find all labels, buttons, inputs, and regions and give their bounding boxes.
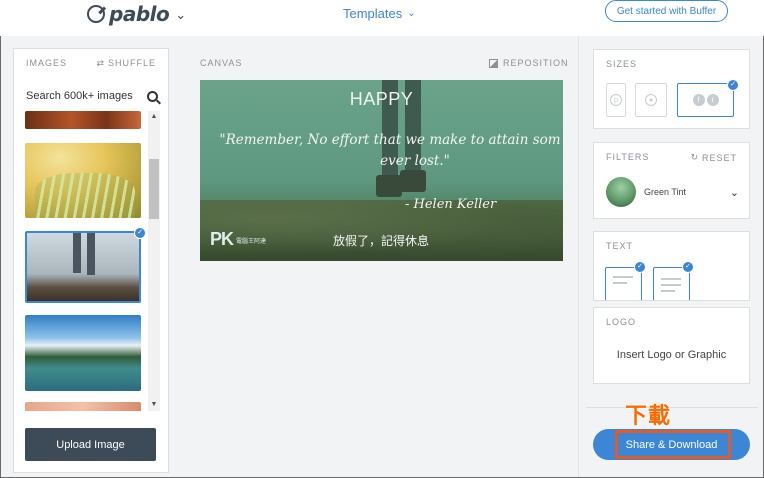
sizes-panel: SIZES p ● f t ✓: [593, 49, 750, 129]
sizes-heading: SIZES: [606, 59, 638, 69]
image-thumbnail[interactable]: [25, 111, 141, 129]
image-thumbnail[interactable]: [25, 402, 141, 411]
reset-filters-button[interactable]: ↻ RESET: [690, 152, 737, 163]
image-thumbnail-list: [25, 111, 152, 411]
reset-icon: ↻: [690, 152, 699, 162]
size-option-pinterest[interactable]: p: [606, 83, 626, 117]
image-thumbnail-selected[interactable]: [25, 231, 141, 303]
text-line-icon: [661, 278, 681, 280]
scroll-down-arrow-icon[interactable]: ▼: [148, 399, 160, 411]
insert-logo-button[interactable]: Insert Logo or Graphic: [594, 349, 749, 361]
filter-select[interactable]: Green Tint ⌄: [606, 177, 739, 207]
divider: [586, 407, 758, 408]
facebook-icon: f: [692, 94, 705, 106]
text-heading: TEXT: [606, 241, 634, 251]
image-thumbnail[interactable]: [25, 143, 141, 218]
images-panel: IMAGES ⇄ SHUFFLE Search 600k+ images ✓ ▲…: [13, 48, 169, 473]
get-started-button[interactable]: Get started with Buffer: [605, 0, 728, 22]
logo-heading: LOGO: [606, 317, 637, 327]
selected-check-icon: ✓: [634, 261, 646, 273]
size-option-instagram[interactable]: ●: [635, 83, 667, 117]
filter-preview-thumbnail: [606, 177, 636, 207]
image-search[interactable]: Search 600k+ images: [26, 87, 158, 105]
annotation-highlight-box: [615, 430, 731, 459]
filters-heading: FILTERS: [606, 152, 650, 162]
scrollbar-thumb[interactable]: [149, 159, 159, 219]
reposition-button[interactable]: REPOSITION: [489, 58, 569, 68]
image-thumbnail[interactable]: [25, 315, 141, 391]
canvas-title-text[interactable]: HAPPY: [200, 89, 563, 110]
chevron-down-icon: ⌄: [175, 7, 187, 22]
quote-line: ever lost.": [380, 153, 450, 169]
pablo-logo[interactable]: pablo ⌄: [87, 2, 186, 26]
top-bar: pablo ⌄ Templates ⌄ Get started with Buf…: [0, 0, 764, 36]
watermark-small-text: 電腦王阿達: [236, 238, 267, 245]
logo-text: pablo: [109, 2, 170, 26]
logo-panel: LOGO Insert Logo or Graphic: [593, 307, 750, 384]
text-line-icon: [613, 276, 633, 278]
watermark-logo: PK 電腦王阿達: [210, 229, 266, 250]
canvas-background-figure: [376, 175, 402, 197]
image-list-scrollbar[interactable]: ▲ ▼: [148, 111, 160, 411]
quote-line: "Remember, No effort that we make to att…: [219, 132, 561, 148]
reset-label: RESET: [701, 152, 737, 163]
text-line-icon: [661, 290, 675, 292]
canvas-background-figure: [400, 170, 426, 192]
scroll-up-arrow-icon[interactable]: ▲: [148, 111, 160, 123]
pablo-logo-icon: [87, 5, 105, 23]
canvas-heading: CANVAS: [200, 58, 243, 68]
pinterest-icon: p: [610, 94, 622, 106]
shuffle-icon: ⇄: [96, 57, 105, 68]
reposition-label: REPOSITION: [503, 58, 569, 68]
text-line-icon: [613, 282, 627, 284]
selected-check-icon: ✓: [727, 79, 739, 91]
search-input[interactable]: Search 600k+ images: [26, 90, 133, 102]
images-heading: IMAGES: [26, 58, 68, 68]
selected-check-icon: ✓: [134, 227, 146, 239]
instagram-icon: ●: [645, 94, 657, 106]
shuffle-button[interactable]: ⇄ SHUFFLE: [96, 58, 156, 69]
upload-image-button[interactable]: Upload Image: [25, 428, 156, 461]
design-canvas[interactable]: HAPPY "Remember, No effort that we make …: [200, 80, 563, 261]
download-annotation-label: 下載: [625, 403, 672, 428]
selected-check-icon: ✓: [682, 261, 694, 273]
size-option-facebook-twitter[interactable]: f t: [677, 83, 734, 117]
reposition-icon: [489, 58, 498, 68]
chevron-down-icon: ⌄: [407, 8, 416, 19]
chevron-down-icon: ⌄: [729, 186, 739, 199]
templates-label: Templates: [343, 6, 403, 21]
watermark-text: PK: [210, 229, 234, 249]
text-line-icon: [661, 284, 681, 286]
text-panel: TEXT ✓ ✓: [593, 231, 750, 301]
templates-menu[interactable]: Templates ⌄: [343, 6, 416, 21]
shuffle-label: SHUFFLE: [107, 58, 156, 68]
twitter-icon: t: [706, 94, 719, 106]
canvas-author-text[interactable]: - Helen Keller: [405, 197, 496, 212]
canvas-quote-text[interactable]: "Remember, No effort that we make to att…: [200, 130, 563, 172]
filters-panel: FILTERS ↻ RESET Green Tint ⌄: [593, 142, 750, 219]
search-icon[interactable]: [147, 90, 158, 102]
filter-selected-value: Green Tint: [644, 187, 687, 197]
canvas-caption-text[interactable]: 放假了，記得休息: [333, 232, 429, 249]
